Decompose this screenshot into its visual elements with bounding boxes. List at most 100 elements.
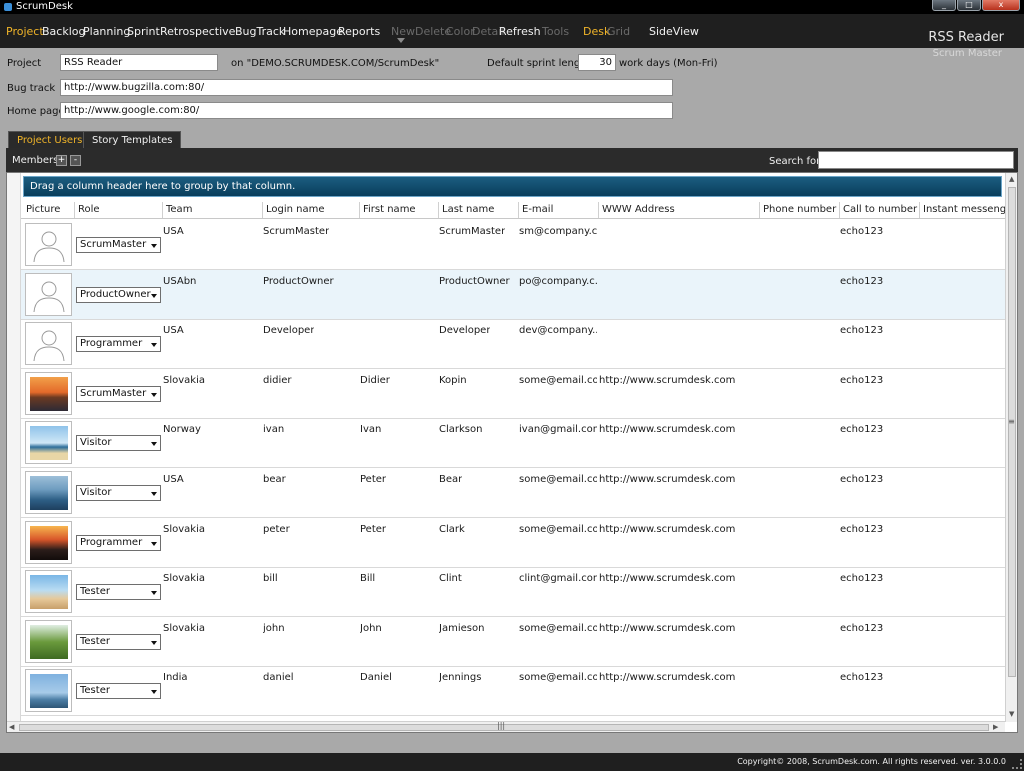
group-by-panel[interactable]: Drag a column header here to group by th… (23, 176, 1002, 197)
project-name-field[interactable]: RSS Reader (60, 54, 218, 71)
chevron-down-icon (151, 343, 157, 348)
vertical-scrollbar[interactable]: ▲ ≡ ▼ (1005, 173, 1017, 722)
menu-backlog[interactable]: Backlog (42, 25, 85, 38)
scroll-up-icon[interactable]: ▲ (1009, 175, 1014, 183)
scroll-down-icon[interactable]: ▼ (1009, 710, 1014, 718)
search-input[interactable] (818, 151, 1014, 169)
horizontal-scrollbar[interactable]: ◀ ||| ▶ (7, 721, 1005, 732)
cell-email: some@email.com (519, 523, 597, 535)
cell-last-name: Jennings (439, 672, 482, 684)
menu-homepage[interactable]: Homepage (283, 25, 343, 38)
column-call-to-number[interactable]: Call to number (840, 202, 920, 218)
user-picture[interactable] (25, 223, 72, 266)
sprint-length-label: Default sprint length (487, 58, 591, 69)
column-first-name[interactable]: First name (360, 202, 439, 218)
cell-first-name: Bill (360, 573, 376, 585)
scroll-left-icon[interactable]: ◀ (9, 723, 14, 731)
menu-sprint[interactable]: Sprint (127, 25, 160, 38)
chevron-down-icon (151, 244, 157, 248)
column-role[interactable]: Role (75, 202, 163, 218)
column-phone-number[interactable]: Phone number (760, 202, 840, 218)
cell-call-to-number: echo123 (840, 424, 884, 436)
cell-team: USA (163, 226, 184, 237)
user-picture[interactable] (25, 619, 72, 663)
new-dropdown-icon[interactable] (397, 38, 405, 43)
app-icon (4, 3, 12, 11)
role-select[interactable]: Visitor (76, 435, 161, 452)
role-select[interactable]: ScrumMaster (76, 385, 161, 402)
cell-call-to-number: echo123 (840, 523, 884, 535)
remove-member-button[interactable]: - (70, 155, 81, 166)
add-member-button[interactable]: + (56, 155, 67, 166)
role-select[interactable]: Tester (76, 633, 161, 650)
column-www-address[interactable]: WWW Address (599, 202, 760, 218)
minimize-button[interactable]: _ (932, 0, 956, 11)
cell-call-to-number: echo123 (840, 672, 884, 684)
role-select[interactable]: ProductOwner (76, 286, 161, 303)
cell-email: dev@company.... (519, 325, 597, 337)
role-select[interactable]: ScrumMaster (76, 237, 161, 253)
vertical-scroll-thumb[interactable] (1008, 187, 1016, 677)
sprint-length-field[interactable]: 30 (578, 54, 616, 71)
column-team[interactable]: Team (163, 202, 263, 218)
person-placeholder-icon (30, 327, 68, 362)
table-row[interactable]: ScrumMaster Slovakia didier Didier Kopin some… (21, 369, 1005, 419)
table-row[interactable]: Tester India daniel Daniel Jennings some@emai… (21, 666, 1005, 717)
user-photo (30, 674, 68, 709)
maximize-button[interactable]: □ (957, 0, 981, 11)
menu-reports[interactable]: Reports (338, 25, 380, 38)
role-select[interactable]: Tester (76, 683, 161, 700)
table-row[interactable]: Programmer Slovakia peter Peter Clark some@em… (21, 518, 1005, 568)
members-toolbar: Members + - Search for (6, 148, 1018, 172)
cell-email: sm@company.c... (519, 226, 597, 237)
cell-call-to-number: echo123 (840, 622, 884, 634)
user-picture[interactable] (25, 520, 72, 564)
table-row[interactable]: Programmer USA Developer Developer dev@compa… (21, 319, 1005, 370)
user-picture[interactable] (25, 322, 72, 366)
menu-bar: Project Backlog Planning Sprint Retrospe… (0, 14, 1024, 59)
column-last-name[interactable]: Last name (439, 202, 519, 218)
user-picture[interactable] (25, 272, 72, 316)
table-row[interactable]: Tester Slovakia john John Jamieson some@email… (21, 617, 1005, 667)
menu-tools[interactable]: Tools (542, 25, 569, 38)
user-picture[interactable] (25, 371, 72, 415)
role-select[interactable]: Tester (76, 584, 161, 601)
menu-color[interactable]: Color (446, 25, 475, 38)
menu-retrospective[interactable]: Retrospective (160, 25, 235, 38)
table-row[interactable]: Visitor Norway ivan Ivan Clarkson ivan@gmail.… (21, 418, 1005, 469)
user-picture[interactable] (25, 570, 72, 614)
cell-www-address: http://www.scrumdesk.com (599, 622, 736, 634)
menu-refresh[interactable]: Refresh (499, 25, 541, 38)
resize-grip-icon[interactable] (1012, 759, 1022, 769)
column-picture[interactable]: Picture (23, 202, 75, 218)
role-select[interactable]: Visitor (76, 485, 161, 501)
user-picture[interactable] (25, 471, 72, 514)
menu-project[interactable]: Project (6, 25, 44, 38)
tab-story-templates[interactable]: Story Templates (83, 131, 182, 148)
table-row[interactable]: ProductOwner USAbn ProductOwner ProductOwne… (21, 269, 1005, 320)
column-instant-messenger[interactable]: Instant messenger (920, 202, 1005, 218)
cell-last-name: Clarkson (439, 424, 483, 436)
cell-www-address: http://www.scrumdesk.com (599, 424, 736, 436)
cell-team: Slovakia (163, 523, 205, 535)
table-row[interactable]: ScrumMaster USA ScrumMaster ScrumMaster sm@c… (21, 220, 1005, 270)
bugtrack-url-field[interactable]: http://www.bugzilla.com:80/ (60, 79, 673, 96)
role-select[interactable]: Programmer (76, 336, 161, 353)
homepage-url-field[interactable]: http://www.google.com:80/ (60, 102, 673, 119)
user-picture[interactable] (25, 421, 72, 465)
user-picture[interactable] (25, 669, 72, 713)
column-email[interactable]: E-mail (519, 202, 599, 218)
menu-sideview[interactable]: SideView (649, 25, 699, 38)
column-login-name[interactable]: Login name (263, 202, 360, 218)
menu-grid[interactable]: Grid (607, 25, 630, 38)
menu-new[interactable]: New (391, 25, 415, 38)
table-row[interactable]: Tester Slovakia bill Bill Clint clint@gmail.c… (21, 567, 1005, 618)
tab-project-users[interactable]: Project Users (8, 131, 92, 148)
role-select[interactable]: Programmer (76, 534, 161, 551)
cell-team: India (163, 672, 188, 684)
table-row[interactable]: Visitor USA bear Peter Bear some@email.comhtt… (21, 468, 1005, 518)
close-button[interactable]: x (982, 0, 1020, 11)
menu-bugtrack[interactable]: BugTrack (235, 25, 285, 38)
scroll-right-icon[interactable]: ▶ (993, 723, 998, 731)
menu-planning[interactable]: Planning (83, 25, 130, 38)
